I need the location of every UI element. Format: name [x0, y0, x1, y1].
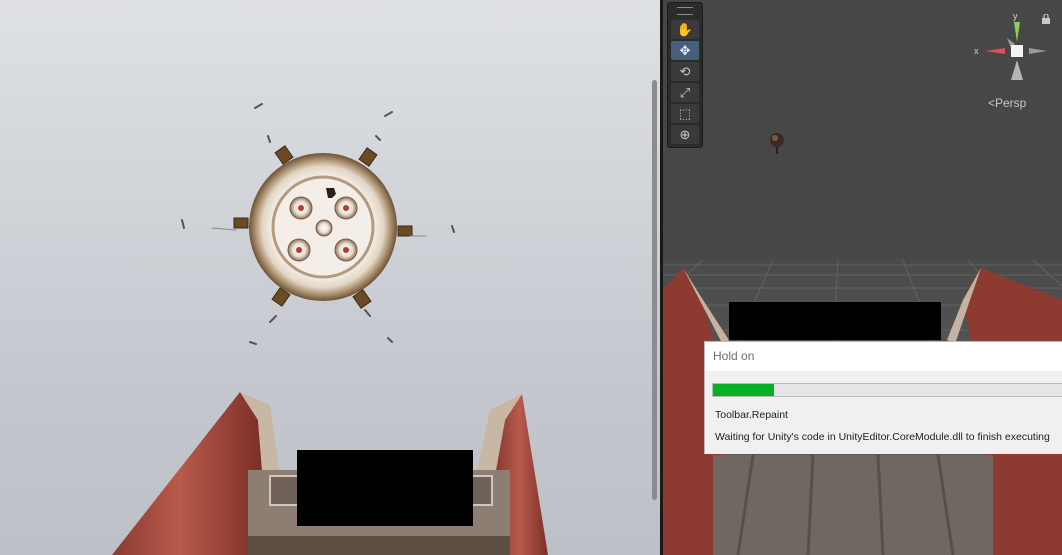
move-arrows-icon: ✥ — [679, 42, 691, 58]
rotate-tool-button[interactable]: ⟲ — [671, 62, 699, 81]
lock-icon[interactable] — [1041, 14, 1051, 24]
transform-tool-button[interactable]: ⊕ — [671, 125, 699, 144]
scale-icon: ⤢ — [679, 84, 691, 100]
gizmo-neg-y-axis[interactable] — [1011, 60, 1023, 80]
rect-transform-icon: ⬚ — [678, 105, 692, 121]
status-message: Waiting for Unity's code in UnityEditor.… — [715, 431, 1050, 443]
tool-panel-grip[interactable] — [677, 7, 693, 15]
task-label: Toolbar.Repaint — [715, 409, 788, 421]
progress-bar — [712, 383, 1062, 397]
gizmo-y-label: y — [1013, 11, 1018, 21]
progress-fill — [713, 384, 774, 396]
game-view-scrollbar[interactable] — [652, 80, 657, 500]
hold-on-dialog: Hold on Toolbar.Repaint Waiting for Unit… — [704, 341, 1062, 454]
spiked-mine — [233, 145, 413, 309]
gizmo-y-axis[interactable] — [1014, 22, 1020, 42]
game-view[interactable] — [0, 0, 660, 555]
rotate-icon: ⟲ — [679, 63, 691, 79]
rect-tool-button[interactable]: ⬚ — [671, 104, 699, 123]
scene-tool-panel: ✋ ✥ ⟲ ⤢ ⬚ ⊕ — [667, 2, 703, 148]
scene-mine-object[interactable] — [770, 133, 784, 154]
move-tool-button[interactable]: ✥ — [671, 41, 699, 60]
dialog-title: Hold on — [705, 342, 1062, 371]
gizmo-neg-x-axis[interactable] — [1029, 48, 1047, 54]
scale-tool-button[interactable]: ⤢ — [671, 83, 699, 102]
redacted-region — [297, 450, 473, 526]
redacted-region — [729, 302, 941, 340]
hand-tool-button[interactable]: ✋ — [671, 20, 699, 39]
gizmo-center-cube[interactable] — [1011, 45, 1023, 57]
hand-icon: ✋ — [676, 21, 694, 37]
transform-icon: ⊕ — [679, 126, 691, 142]
projection-toggle[interactable]: <Persp — [988, 96, 1026, 110]
scene-view[interactable]: ✋ ✥ ⟲ ⤢ ⬚ ⊕ y x <Persp — [663, 0, 1062, 555]
gizmo-x-axis[interactable] — [985, 48, 1005, 54]
gizmo-x-label: x — [974, 46, 979, 56]
